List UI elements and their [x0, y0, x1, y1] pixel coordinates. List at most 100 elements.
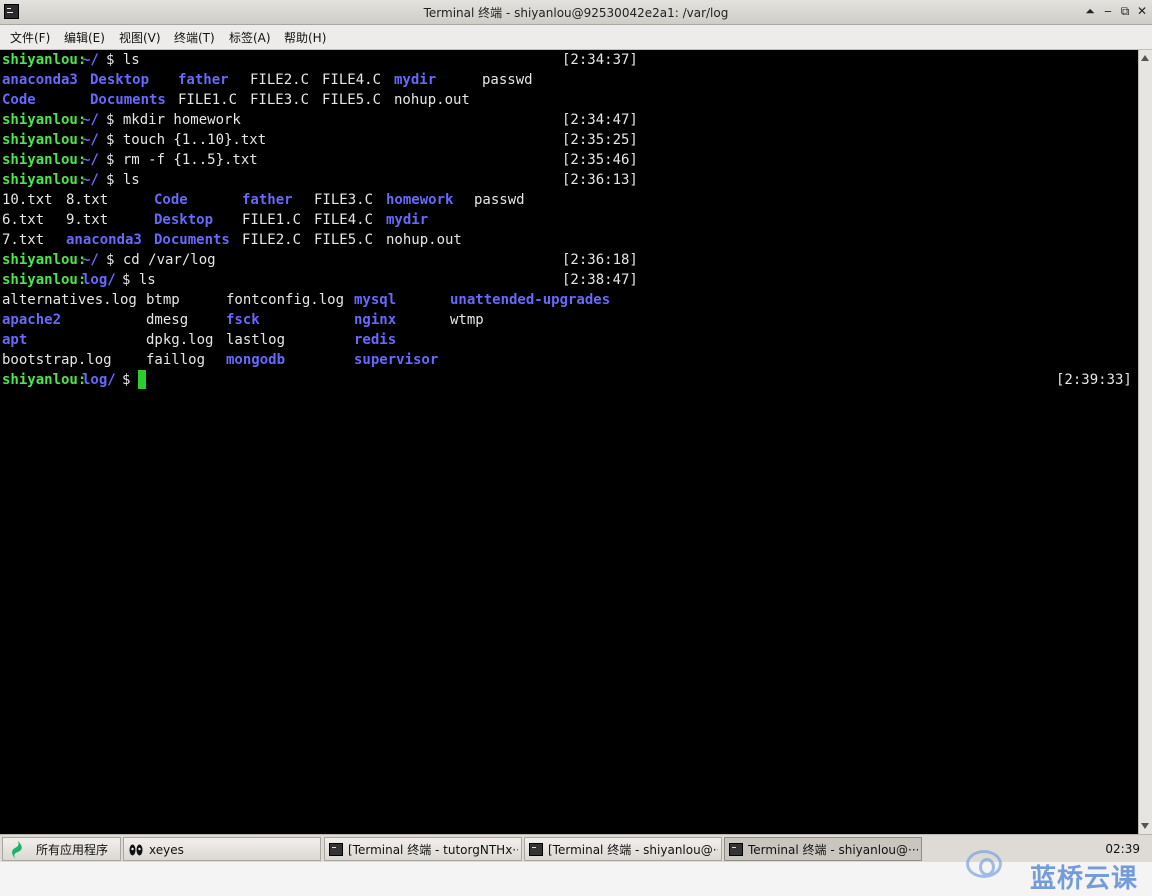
terminal-line: Code Documents FILE1.C FILE3.C FILE5.C nohup.…: [2, 90, 1122, 110]
terminal-line: shiyanlou: ~/ $ mkdir homework [2:34:47]: [2, 110, 1122, 130]
terminal-text: passwd: [482, 72, 533, 88]
directory-entry: mydir: [386, 212, 429, 228]
terminal-text: lastlog: [226, 332, 286, 348]
xeyes-icon: [129, 844, 143, 856]
directory-entry: ~/: [82, 252, 99, 268]
terminal-text: $ cd /var/log: [106, 252, 216, 268]
prompt-user: shiyanlou:: [2, 372, 87, 388]
directory-entry: Documents: [90, 92, 166, 108]
terminal-text: $ ls: [122, 272, 156, 288]
directory-entry: mongodb: [226, 352, 286, 368]
directory-entry: fsck: [226, 312, 260, 328]
terminal-line: 7.txt anaconda3 Documents FILE2.C FILE5.C noh…: [2, 230, 1122, 250]
menu-terminal[interactable]: 终端(T): [174, 29, 215, 46]
directory-entry: mydir: [394, 72, 437, 88]
prompt-timestamp: [2:34:47]: [562, 112, 638, 128]
terminal-text: 6.txt: [2, 212, 45, 228]
terminal-line: shiyanlou: ~/ $ touch {1..10}.txt [2:35:25]: [2, 130, 1122, 150]
terminal-text: 8.txt: [66, 192, 109, 208]
menu-edit[interactable]: 编辑(E): [64, 29, 105, 46]
directory-entry: ~/: [82, 112, 99, 128]
terminal-text: $ mkdir homework: [106, 112, 241, 128]
terminal-text: nohup.out: [386, 232, 462, 248]
menu-view[interactable]: 视图(V): [119, 29, 161, 46]
maximize-window-icon[interactable]: ⧉: [1116, 2, 1134, 20]
terminal-cursor: [138, 370, 146, 389]
directory-entry: nginx: [354, 312, 397, 328]
minimize-window-icon[interactable]: ‒: [1099, 2, 1117, 20]
terminal-line: apache2 dmesg fsck nginx wtmp: [2, 310, 1122, 330]
watermark-text: 蓝桥云课: [1029, 864, 1138, 894]
terminal-line: apt dpkg.log lastlog redis: [2, 330, 1122, 350]
terminal-text: $: [122, 372, 139, 388]
app-launcher-icon: [12, 841, 22, 859]
taskbar-window-label: [Terminal 终端 - tutorgNTHx···: [348, 843, 518, 857]
directory-entry: Code: [154, 192, 188, 208]
terminal-text: faillog: [146, 352, 206, 368]
start-menu-button[interactable]: 所有应用程序: [2, 837, 121, 861]
directory-entry: anaconda3: [2, 72, 78, 88]
directory-entry: ~/: [82, 52, 99, 68]
menu-file[interactable]: 文件(F): [10, 29, 50, 46]
prompt-timestamp: [2:38:47]: [562, 272, 638, 288]
window-titlebar[interactable]: Terminal 终端 - shiyanlou@92530042e2a1: /v…: [0, 0, 1152, 25]
directory-entry: father: [178, 72, 229, 88]
scroll-down-icon[interactable]: [1141, 823, 1149, 829]
terminal-scrollbar[interactable]: [1138, 50, 1152, 834]
menu-tabs[interactable]: 标签(A): [229, 29, 271, 46]
terminal-text: FILE1.C: [178, 92, 238, 108]
terminal-text: 7.txt: [2, 232, 45, 248]
terminal-text: $ ls: [106, 172, 140, 188]
menu-bar: 文件(F) 编辑(E) 视图(V) 终端(T) 标签(A) 帮助(H): [0, 25, 1152, 50]
close-window-icon[interactable]: ✕: [1133, 2, 1151, 20]
directory-entry: Desktop: [154, 212, 214, 228]
terminal-line: shiyanlou: ~/ $ ls [2:36:13]: [2, 170, 1122, 190]
shade-window-icon[interactable]: ⏶: [1081, 2, 1099, 20]
terminal-line: 10.txt 8.txt Code father FILE3.C homework pass…: [2, 190, 1122, 210]
directory-entry: redis: [354, 332, 397, 348]
terminal-text: passwd: [474, 192, 525, 208]
terminal-text: 10.txt: [2, 192, 53, 208]
terminal-text: FILE2.C: [242, 232, 302, 248]
terminal-text: $ rm -f {1..5}.txt: [106, 152, 258, 168]
prompt-user: shiyanlou:: [2, 132, 87, 148]
directory-entry: Desktop: [90, 72, 150, 88]
terminal-line: shiyanlou: log/ $ [2:39:33]: [2, 370, 1132, 390]
directory-entry: homework: [386, 192, 454, 208]
menu-help[interactable]: 帮助(H): [284, 29, 326, 46]
prompt-timestamp: [2:36:13]: [562, 172, 638, 188]
taskbar-item-terminal-1[interactable]: [Terminal 终端 - tutorgNTHx···: [324, 837, 522, 861]
terminal-icon: [329, 843, 343, 856]
terminal-output[interactable]: shiyanlou: ~/$ ls [2:34:37] anaconda3 Deskto…: [0, 50, 1138, 834]
terminal-text: 9.txt: [66, 212, 109, 228]
directory-entry: log/: [82, 372, 116, 388]
terminal-line: shiyanlou: ~/ $ rm -f {1..5}.txt [2:35:46]: [2, 150, 1122, 170]
prompt-timestamp: [2:35:46]: [562, 152, 638, 168]
directory-entry: apt: [2, 332, 28, 348]
terminal-text: FILE4.C: [322, 72, 382, 88]
prompt-user: shiyanlou:: [2, 252, 87, 268]
taskbar-item-xeyes[interactable]: xeyes: [123, 837, 321, 861]
terminal-text: FILE2.C: [250, 72, 310, 88]
terminal-text: wtmp: [450, 312, 484, 328]
directory-entry: unattended-upgrades: [450, 292, 611, 308]
terminal-text: FILE5.C: [322, 92, 382, 108]
taskbar-window-label: [Terminal 终端 - shiyanlou@···: [548, 843, 718, 857]
terminal-line: 6.txt 9.txt Desktop FILE1.C FILE4.C mydir: [2, 210, 1122, 230]
terminal-icon: [729, 843, 743, 856]
terminal-text: dmesg: [146, 312, 189, 328]
window-title: Terminal 终端 - shiyanlou@92530042e2a1: /v…: [423, 6, 729, 20]
terminal-line: shiyanlou: ~/ $ cd /var/log [2:36:18]: [2, 250, 1122, 270]
taskbar-clock[interactable]: 02:39: [1105, 837, 1140, 861]
prompt-user: shiyanlou:: [2, 172, 87, 188]
terminal-text: $ ls: [106, 52, 140, 68]
scroll-up-icon[interactable]: [1141, 55, 1149, 61]
start-menu-label: 所有应用程序: [36, 843, 109, 857]
taskbar-item-terminal-2[interactable]: [Terminal 终端 - shiyanlou@···: [524, 837, 722, 861]
terminal-icon: [529, 843, 543, 856]
directory-entry: log/: [82, 272, 116, 288]
taskbar-item-terminal-3-active[interactable]: Terminal 终端 - shiyanlou@···: [724, 837, 922, 861]
prompt-timestamp: [2:39:33]: [1056, 372, 1132, 388]
directory-entry: father: [242, 192, 293, 208]
terminal-line: anaconda3 Desktop father FILE2.C FILE4.C mydi…: [2, 70, 1122, 90]
